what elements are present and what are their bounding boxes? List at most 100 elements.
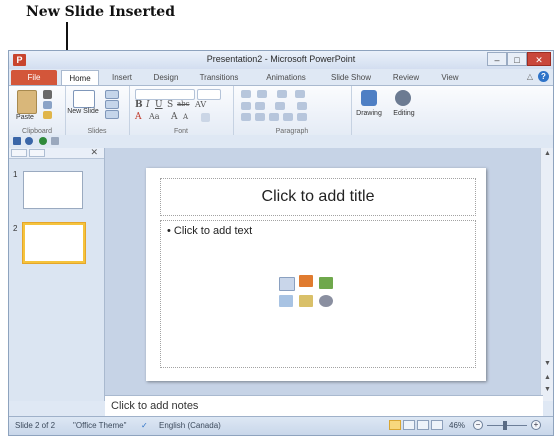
reading-view-button[interactable] <box>417 420 429 430</box>
insert-clipart-icon[interactable] <box>299 295 313 307</box>
insert-media-icon[interactable] <box>319 295 333 307</box>
zoom-in-icon[interactable]: + <box>531 420 541 430</box>
font-group-label: Font <box>173 128 188 135</box>
drawing-icon[interactable] <box>361 90 377 106</box>
paste-button[interactable]: Paste <box>11 114 39 121</box>
customize-qat-icon[interactable] <box>51 137 59 145</box>
notes-pane[interactable]: Click to add notes <box>105 395 543 417</box>
pane-close-icon[interactable]: ✕ <box>90 147 98 158</box>
shrink-font-icon[interactable]: A <box>183 113 188 121</box>
drawing-button[interactable]: Drawing <box>351 110 387 117</box>
zoom-out-icon[interactable]: − <box>473 420 483 430</box>
align-center-icon[interactable] <box>255 113 265 121</box>
scroll-down-icon[interactable]: ▼ <box>544 360 551 367</box>
notes-placeholder: Click to add notes <box>111 400 199 412</box>
tab-view[interactable]: View <box>433 70 467 85</box>
tab-transitions[interactable]: Transitions <box>193 70 245 85</box>
tab-file[interactable]: File <box>11 70 57 85</box>
title-placeholder-text: Click to add title <box>261 188 375 205</box>
powerpoint-window: P Presentation2 - Microsoft PowerPoint –… <box>8 50 554 436</box>
editing-button[interactable]: Editing <box>387 110 421 117</box>
cut-icon[interactable] <box>43 90 52 99</box>
copy-icon[interactable] <box>43 101 52 109</box>
previous-slide-icon[interactable]: ▲ <box>544 374 551 381</box>
font-color-icon[interactable]: A <box>135 112 142 122</box>
zoom-slider-thumb[interactable] <box>503 421 507 430</box>
slide-sorter-button[interactable] <box>403 420 415 430</box>
smartart-icon[interactable] <box>297 113 307 121</box>
bold-icon[interactable]: B <box>135 100 143 110</box>
strikethrough-icon[interactable]: abc <box>177 100 190 108</box>
tab-slide-show[interactable]: Slide Show <box>325 70 377 85</box>
justify-icon[interactable] <box>283 113 293 121</box>
align-left-icon[interactable] <box>241 113 251 121</box>
spellcheck-icon[interactable]: ✓ <box>141 421 148 430</box>
text-placeholder-label: Click to add text <box>173 225 253 237</box>
slide-thumbnail-2[interactable] <box>23 223 85 263</box>
text-direction-icon[interactable] <box>295 90 305 98</box>
shadow-icon[interactable]: S <box>167 100 173 110</box>
ribbon-tabs: File Home Insert Design Transitions Anim… <box>9 69 553 85</box>
increase-indent-icon[interactable] <box>255 102 265 110</box>
zoom-level[interactable]: 46% <box>449 421 465 430</box>
zoom-slider[interactable] <box>487 425 527 426</box>
clear-format-icon[interactable] <box>201 113 210 122</box>
language-status[interactable]: English (Canada) <box>159 421 221 430</box>
minimize-button[interactable]: – <box>487 52 507 66</box>
slides-pane: ✕ 1 2 <box>9 147 105 401</box>
tab-home[interactable]: Home <box>61 70 99 85</box>
tab-design[interactable]: Design <box>147 70 185 85</box>
insert-smartart-icon[interactable] <box>319 277 333 289</box>
save-icon[interactable] <box>13 137 21 145</box>
title-placeholder[interactable]: Click to add title <box>160 178 476 216</box>
font-size-box[interactable] <box>197 89 221 100</box>
align-text-icon[interactable] <box>297 102 307 110</box>
numbering-icon[interactable] <box>257 90 267 98</box>
new-slide-icon[interactable] <box>73 90 95 108</box>
layout-icon[interactable] <box>105 90 119 99</box>
grow-font-icon[interactable]: A <box>171 112 178 122</box>
group-drawing-editing: Drawing Editing <box>351 86 425 136</box>
annotation-label: New Slide Inserted <box>26 4 176 20</box>
tab-insert[interactable]: Insert <box>105 70 139 85</box>
slide-show-button[interactable] <box>431 420 443 430</box>
columns-icon[interactable] <box>275 102 285 110</box>
redo-icon[interactable] <box>39 137 47 145</box>
tab-review[interactable]: Review <box>387 70 425 85</box>
insert-picture-icon[interactable] <box>279 295 293 307</box>
paste-icon[interactable] <box>17 90 37 114</box>
scroll-up-icon[interactable]: ▲ <box>544 150 551 157</box>
theme-status[interactable]: "Office Theme" <box>73 421 126 430</box>
line-spacing-icon[interactable] <box>277 90 287 98</box>
insert-table-icon[interactable] <box>279 277 295 291</box>
bullets-icon[interactable] <box>241 90 251 98</box>
char-spacing-icon[interactable]: AV <box>195 100 206 109</box>
font-name-box[interactable] <box>135 89 195 100</box>
outline-tab[interactable] <box>29 149 45 157</box>
reset-icon[interactable] <box>105 100 119 109</box>
section-icon[interactable] <box>105 110 119 119</box>
new-slide-button[interactable]: New Slide <box>67 108 99 116</box>
current-slide: Click to add title • Click to add text <box>146 168 486 381</box>
format-painter-icon[interactable] <box>43 111 52 119</box>
binoculars-icon[interactable] <box>395 90 411 106</box>
undo-icon[interactable] <box>25 137 33 145</box>
next-slide-icon[interactable]: ▼ <box>544 386 551 393</box>
insert-chart-icon[interactable] <box>299 275 313 287</box>
maximize-button[interactable]: □ <box>507 52 527 66</box>
help-icon[interactable]: ? <box>538 71 549 82</box>
tab-animations[interactable]: Animations <box>259 70 313 85</box>
italic-icon[interactable]: I <box>146 100 150 110</box>
vertical-scrollbar[interactable]: ▲ ▼ ▲ ▼ <box>540 148 553 401</box>
window-title: Presentation2 - Microsoft PowerPoint <box>206 54 356 64</box>
underline-icon[interactable]: U <box>155 100 163 110</box>
normal-view-button[interactable] <box>389 420 401 430</box>
align-right-icon[interactable] <box>269 113 279 121</box>
close-button[interactable]: ✕ <box>527 52 551 66</box>
ribbon-minimize-icon[interactable]: △ <box>527 72 533 81</box>
slides-tab[interactable] <box>11 149 27 157</box>
content-placeholder[interactable]: • Click to add text <box>160 220 476 368</box>
decrease-indent-icon[interactable] <box>241 102 251 110</box>
slide-thumbnail-1[interactable] <box>23 171 83 209</box>
change-case-icon[interactable]: Aa <box>149 112 160 121</box>
